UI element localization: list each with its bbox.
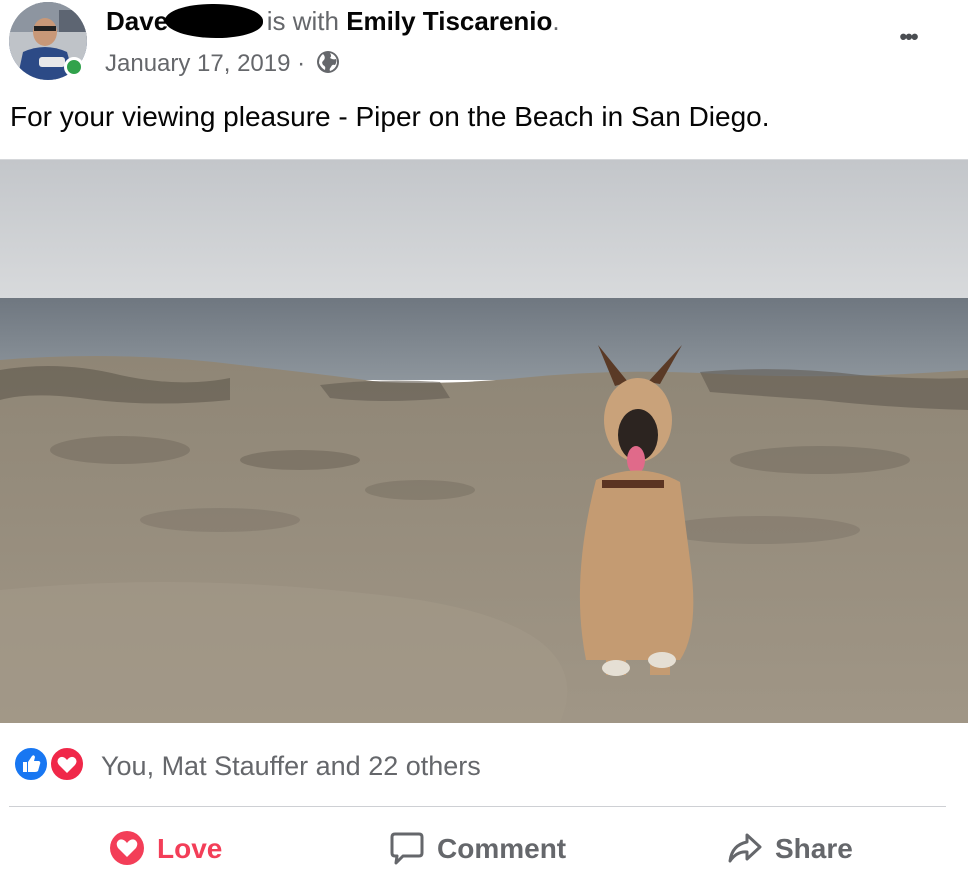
post-text: For your viewing pleasure - Piper on the… (10, 101, 770, 132)
more-options-button[interactable]: ••• (888, 22, 928, 52)
share-button-label: Share (775, 833, 853, 864)
love-heart-icon (109, 830, 145, 880)
actions-divider (9, 806, 946, 807)
online-status-dot (64, 57, 84, 77)
post-header-line: Dave Vis with Emily Tiscarenio. (106, 4, 560, 38)
post-photo[interactable] (0, 159, 968, 723)
reaction-icons[interactable] (12, 745, 88, 783)
reaction-summary-link[interactable]: You, Mat Stauffer and 22 others (101, 748, 481, 784)
comment-bubble-icon (389, 830, 425, 880)
is-with-text: is with (266, 6, 339, 36)
like-icon (12, 745, 50, 783)
share-button[interactable]: Share (727, 826, 853, 866)
share-arrow-icon (727, 830, 763, 880)
facebook-post: Dave Vis with Emily Tiscarenio. January … (0, 0, 968, 866)
meta-separator: · (297, 50, 306, 77)
comment-button[interactable]: Comment (389, 826, 566, 866)
comment-button-label: Comment (437, 833, 567, 864)
tagged-person-link[interactable]: Emily Tiscarenio (346, 6, 552, 36)
love-icon (48, 745, 86, 783)
love-button[interactable]: Love (109, 826, 222, 866)
post-date-link[interactable]: January 17, 2019 (105, 50, 290, 77)
globe-icon[interactable] (316, 50, 340, 83)
love-button-label: Love (157, 833, 223, 864)
post-meta: January 17, 2019 · (105, 48, 340, 83)
header-period: . (552, 6, 560, 36)
redaction-mark (164, 4, 263, 38)
